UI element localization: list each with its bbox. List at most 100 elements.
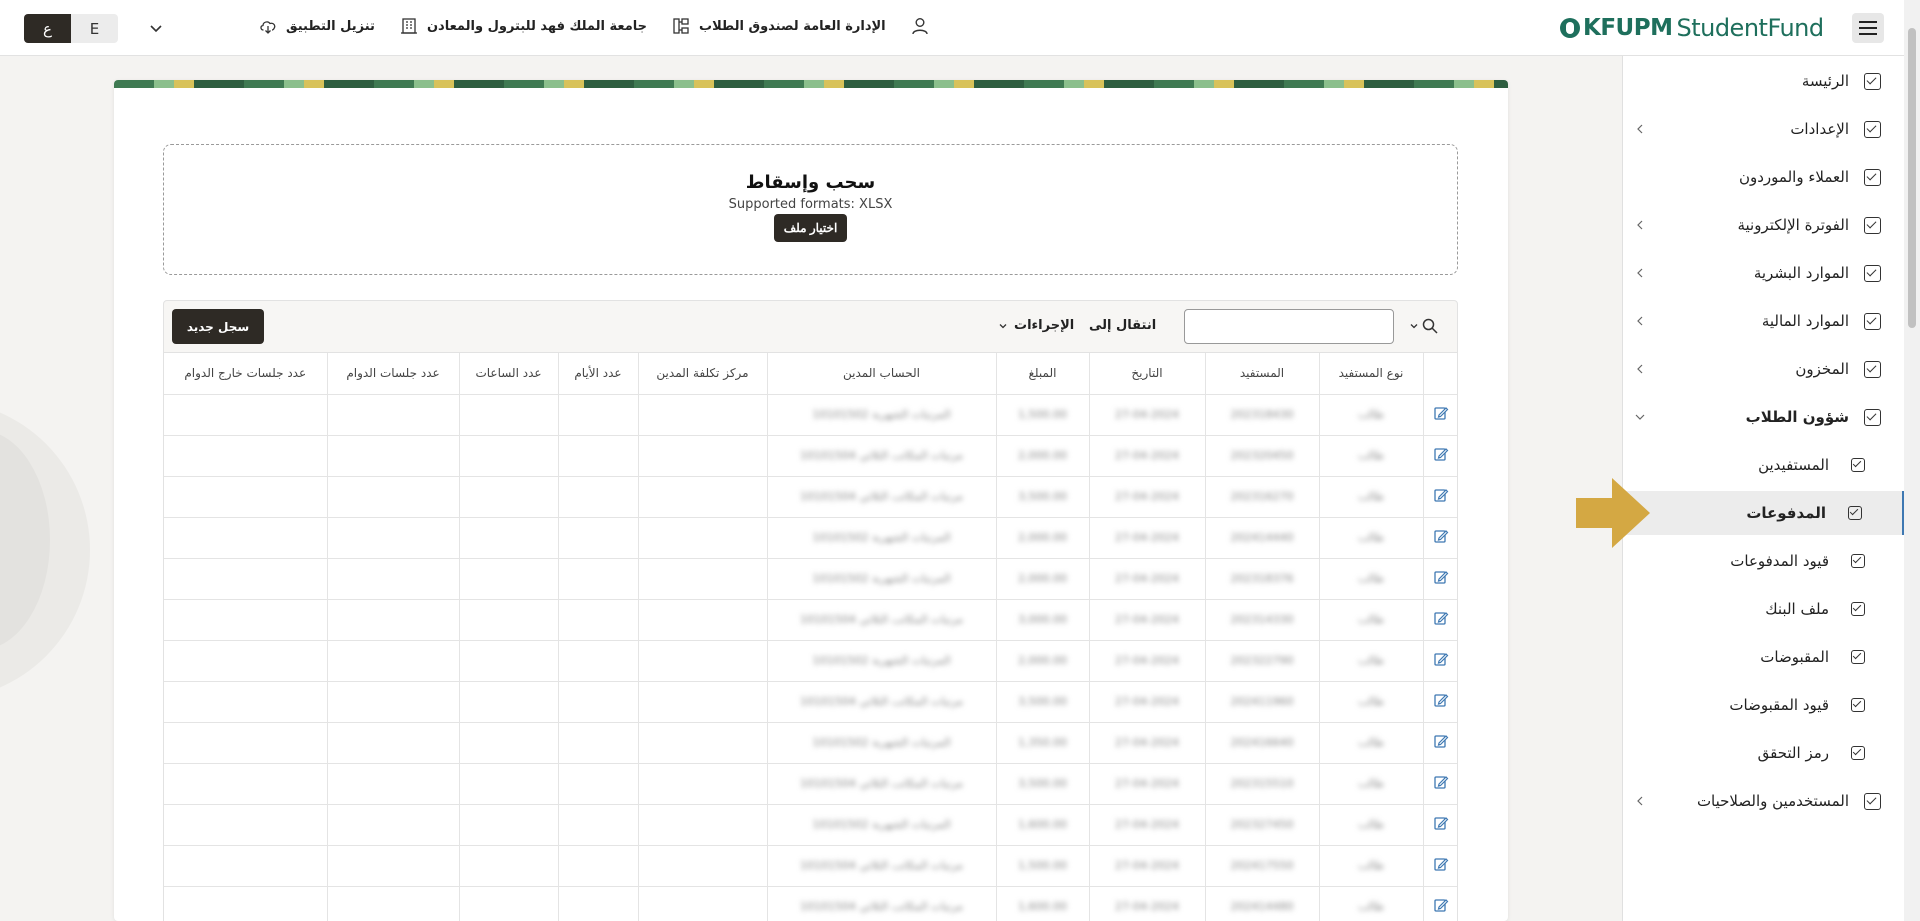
header-link-university[interactable]: جامعة الملك فهد للبترول والمعادن [399,16,647,36]
edit-icon[interactable] [1433,651,1449,667]
goto-button[interactable]: انتقال إلى [1089,318,1156,333]
table-cell: 202416640 [1205,722,1320,764]
edit-icon[interactable] [1433,774,1449,790]
page-scrollbar[interactable] [1904,0,1920,921]
edit-icon[interactable] [1433,528,1449,544]
table-cell [459,394,559,436]
actions-menu-label: الإجراءات [1014,318,1075,333]
edit-cell[interactable] [1423,886,1457,921]
edit-cell[interactable] [1423,394,1457,436]
table-row[interactable]: 10101504 مرتبات المكاتب الثلاثي 3,500.00 2… [164,763,1457,805]
table-cell: 202322790 [1205,640,1320,682]
edit-icon[interactable] [1433,692,1449,708]
sidebar-item-13[interactable]: قيود المقبوضات [1623,683,1905,727]
sidebar-item-15[interactable]: المستخدمين والصلاحيات [1623,779,1905,823]
column-header[interactable]: المستفيد [1205,353,1320,395]
edit-cell[interactable] [1423,558,1457,600]
actions-menu-button[interactable]: الإجراءات [998,318,1074,333]
header-link-student-fund-label: الإدارة العامة لصندوق الطلاب [699,18,886,34]
header-link-student-fund[interactable]: الإدارة العامة لصندوق الطلاب [671,16,886,36]
table-cell [638,599,768,641]
column-header[interactable]: مركز تكلفة المدين [638,353,768,395]
sidebar-item-9[interactable]: المدفوعات [1623,491,1905,535]
edit-cell[interactable] [1423,640,1457,682]
sidebar-item-12[interactable]: المقبوضات [1623,635,1905,679]
edit-cell[interactable] [1423,722,1457,764]
table-row[interactable]: 10101502 المرتبات الشهرية 1,350.00 27-04-2… [164,722,1457,764]
search-column-button[interactable] [1409,317,1439,335]
sidebar-item-3[interactable]: الفوترة الإلكترونية [1623,203,1905,247]
table-row[interactable]: 10101504 مرتبات المكاتب الثلاثي 3,500.00 2… [164,476,1457,518]
sidebar-item-1[interactable]: الإعدادات [1623,107,1905,151]
column-header[interactable]: التاريخ [1089,353,1206,395]
table-cell: 27-04-2024 [1089,558,1206,600]
column-header[interactable]: نوع المستفيد [1319,353,1424,395]
sidebar-item-0[interactable]: الرئيسة [1623,59,1905,103]
new-record-button[interactable]: سجل جديد [172,309,264,344]
language-arabic-button[interactable]: ع [24,14,71,43]
column-header[interactable]: الحساب المدين [767,353,997,395]
edit-cell[interactable] [1423,681,1457,723]
table-row[interactable]: 10101504 مرتبات المكاتب الثلاثي 1,500.00 2… [164,845,1457,887]
sidebar-item-10[interactable]: قيود المدفوعات [1623,539,1905,583]
table-row[interactable]: 10101502 المرتبات الشهرية 2,000.00 27-04-2… [164,640,1457,682]
edit-cell[interactable] [1423,763,1457,805]
table-row[interactable]: 10101504 مرتبات المكاتب الثلاثي 3,000.00 2… [164,599,1457,641]
edit-icon[interactable] [1433,733,1449,749]
edit-icon[interactable] [1433,815,1449,831]
checkbox-icon [1851,458,1865,472]
table-cell: طالب [1319,722,1424,764]
table-cell: طالب [1319,558,1424,600]
chevron-down-icon[interactable] [146,18,166,38]
column-header[interactable]: المبلغ [996,353,1090,395]
sidebar-item-5[interactable]: الموارد المالية [1623,299,1905,343]
edit-cell[interactable] [1423,476,1457,518]
edit-cell[interactable] [1423,845,1457,887]
file-dropzone[interactable]: سحب وإسقاط Supported formats: XLSX اختيا… [163,144,1458,275]
sidebar-item-label: المستخدمين والصلاحيات [1696,792,1849,810]
table-cell [327,845,460,887]
sidebar-item-14[interactable]: رمز التحقق [1623,731,1905,775]
table-row[interactable]: 10101504 مرتبات المكاتب الثلاثي 3,500.00 2… [164,681,1457,723]
column-header[interactable]: عدد جلسات خارج الدوام [164,353,328,395]
edit-cell[interactable] [1423,804,1457,846]
choose-file-button[interactable]: اختيار ملف [773,214,848,242]
sidebar-item-8[interactable]: المستفيدين [1623,443,1905,487]
edit-cell[interactable] [1423,599,1457,641]
edit-cell[interactable] [1423,435,1457,477]
table-row[interactable]: 10101504 مرتبات المكاتب الثلاثي 2,000.00 2… [164,435,1457,477]
menu-toggle-button[interactable] [1852,13,1884,43]
sidebar-item-11[interactable]: ملف البنك [1623,587,1905,631]
grid-search-input[interactable] [1184,309,1394,344]
language-english-button[interactable]: E [71,14,118,43]
user-icon[interactable] [910,16,930,36]
sidebar-item-label: الرئيسة [1801,72,1849,90]
table-row[interactable]: 10101502 المرتبات الشهرية 1,600.00 27-04-2… [164,804,1457,846]
edit-icon[interactable] [1433,897,1449,913]
table-cell [558,599,639,641]
scrollbar-thumb[interactable] [1908,28,1916,328]
header-link-download-app[interactable]: تنزيل التطبيق [258,16,375,36]
sidebar-item-4[interactable]: الموارد البشرية [1623,251,1905,295]
edit-icon[interactable] [1433,487,1449,503]
edit-icon[interactable] [1433,446,1449,462]
sidebar-item-7[interactable]: شؤون الطلاب [1623,395,1905,439]
edit-cell[interactable] [1423,517,1457,559]
edit-icon[interactable] [1433,610,1449,626]
table-row[interactable]: 10101502 المرتبات الشهرية 2,000.00 27-04-2… [164,517,1457,559]
edit-icon[interactable] [1433,405,1449,421]
table-row[interactable]: 10101502 المرتبات الشهرية 2,000.00 27-04-2… [164,558,1457,600]
table-cell: 1,600.00 [996,886,1090,921]
column-header[interactable]: عدد الأيام [558,353,639,395]
table-row[interactable]: 10101502 المرتبات الشهرية 1,500.00 27-04-2… [164,394,1457,436]
table-cell [459,763,559,805]
sidebar-item-2[interactable]: العملاء والموردون [1623,155,1905,199]
table-cell [164,476,328,518]
edit-icon[interactable] [1433,569,1449,585]
column-header[interactable]: عدد الساعات [459,353,559,395]
column-header[interactable]: عدد جلسات الدوام [327,353,460,395]
edit-icon[interactable] [1433,856,1449,872]
kfupm-student-fund-logo[interactable]: KFUPM StudentFund [1560,14,1824,42]
sidebar-item-6[interactable]: المخزون [1623,347,1905,391]
table-row[interactable]: 10101504 مرتبات المكاتب الثلاثي 1,600.00 2… [164,886,1457,921]
